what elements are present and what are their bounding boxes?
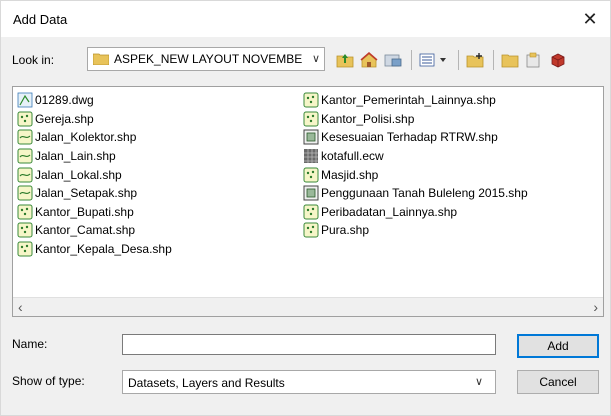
chevron-down-icon: ∨ <box>311 53 320 65</box>
list-item[interactable]: Kantor_Kepala_Desa.shp <box>17 240 172 259</box>
scroll-right-icon[interactable]: › <box>593 299 598 315</box>
chevron-down-icon: ∨ <box>474 376 483 388</box>
cad-icon <box>17 92 33 108</box>
name-label: Name: <box>12 337 48 351</box>
toolbar-separator <box>411 50 412 70</box>
window-title: Add Data <box>13 12 68 27</box>
line-shp-icon <box>17 148 33 164</box>
look-in-value: ASPEK_NEW LAYOUT NOVEMBE <box>114 52 303 66</box>
list-item[interactable]: Kantor_Camat.shp <box>17 221 172 240</box>
list-item[interactable]: Peribadatan_Lainnya.shp <box>303 203 528 222</box>
polygon-shp-icon <box>303 185 319 201</box>
folder-icon[interactable] <box>499 49 521 71</box>
new-folder-icon[interactable] <box>464 49 486 71</box>
list-item[interactable]: Jalan_Lain.shp <box>17 147 172 166</box>
list-item[interactable]: Pura.shp <box>303 221 528 240</box>
point-shp-icon <box>17 241 33 257</box>
toolbar-separator <box>493 50 494 70</box>
scroll-left-icon[interactable]: ‹ <box>18 299 23 315</box>
database-icon[interactable] <box>547 49 569 71</box>
home-icon[interactable] <box>358 49 380 71</box>
view-list-icon[interactable] <box>417 49 451 71</box>
point-shp-icon <box>303 222 319 238</box>
list-item[interactable]: 01289.dwg <box>17 91 172 110</box>
show-of-type-dropdown[interactable]: Datasets, Layers and Results ∨ <box>122 370 496 394</box>
polygon-shp-icon <box>303 129 319 145</box>
point-shp-icon <box>17 222 33 238</box>
line-shp-icon <box>17 185 33 201</box>
toolbar-separator <box>458 50 459 70</box>
list-item[interactable]: Masjid.shp <box>303 165 528 184</box>
list-item[interactable]: Jalan_Setapak.shp <box>17 184 172 203</box>
line-shp-icon <box>17 129 33 145</box>
add-data-dialog: Add Data ✕ Look in: ASPEK_NEW LAYOUT NOV… <box>0 0 611 416</box>
file-column-left: 01289.dwg Gereja.shp Jalan_Kolektor.shp … <box>17 91 172 258</box>
list-item[interactable]: Jalan_Lokal.shp <box>17 165 172 184</box>
close-icon[interactable]: ✕ <box>578 7 602 31</box>
point-shp-icon <box>17 111 33 127</box>
show-of-type-value: Datasets, Layers and Results <box>128 376 285 390</box>
horizontal-scrollbar[interactable]: ‹ › <box>13 297 603 316</box>
add-button[interactable]: Add <box>517 334 599 358</box>
list-item[interactable]: Penggunaan Tanah Buleleng 2015.shp <box>303 184 528 203</box>
raster-icon <box>304 149 318 164</box>
show-of-type-label: Show of type: <box>12 374 85 388</box>
list-item[interactable]: Jalan_Kolektor.shp <box>17 128 172 147</box>
name-input[interactable] <box>122 334 496 355</box>
connect-folder-icon[interactable] <box>382 49 404 71</box>
up-folder-icon[interactable] <box>334 49 356 71</box>
list-item[interactable]: Kantor_Polisi.shp <box>303 110 528 129</box>
look-in-label: Look in: <box>12 53 55 67</box>
folder-icon <box>93 53 109 65</box>
point-shp-icon <box>17 204 33 220</box>
catalog-icon[interactable] <box>523 49 545 71</box>
list-item[interactable]: Kantor_Pemerintah_Lainnya.shp <box>303 91 528 110</box>
list-item[interactable]: Kantor_Bupati.shp <box>17 203 172 222</box>
file-list[interactable]: 01289.dwg Gereja.shp Jalan_Kolektor.shp … <box>12 86 604 317</box>
look-in-dropdown[interactable]: ASPEK_NEW LAYOUT NOVEMBE ∨ <box>87 47 325 71</box>
list-item[interactable]: Kesesuaian Terhadap RTRW.shp <box>303 128 528 147</box>
title-bar: Add Data ✕ <box>1 1 610 37</box>
list-item[interactable]: Gereja.shp <box>17 110 172 129</box>
point-shp-icon <box>303 167 319 183</box>
point-shp-icon <box>303 92 319 108</box>
point-shp-icon <box>303 204 319 220</box>
toolbar <box>334 48 571 72</box>
line-shp-icon <box>17 167 33 183</box>
file-column-right: Kantor_Pemerintah_Lainnya.shp Kantor_Pol… <box>303 91 528 240</box>
cancel-button[interactable]: Cancel <box>517 370 599 394</box>
point-shp-icon <box>303 111 319 127</box>
list-item[interactable]: kotafull.ecw <box>303 147 528 166</box>
